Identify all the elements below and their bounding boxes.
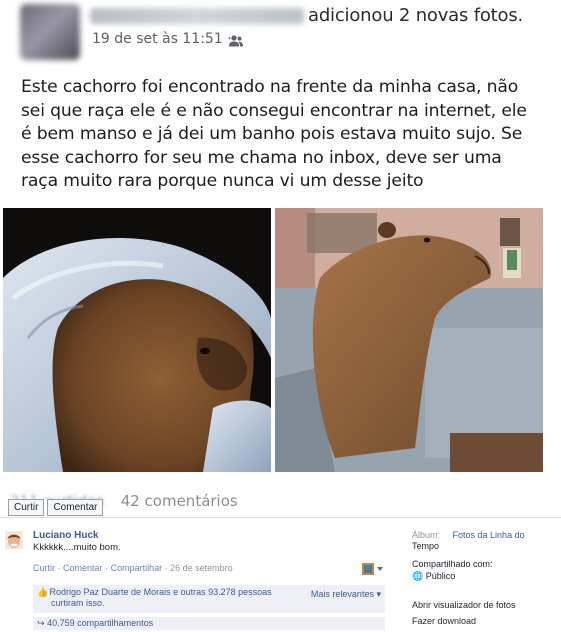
album-link[interactable]: Fotos da Linha do <box>453 530 525 540</box>
comment-dot-3: · <box>164 563 168 573</box>
shared-with-value: 🌐 Público <box>412 571 455 582</box>
comment-actions: Curtir · Comentar · Compartilhar · 26 de… <box>33 563 233 573</box>
poster-name-redacted[interactable] <box>90 8 304 24</box>
post-action-text: adicionou 2 novas fotos. <box>308 5 524 26</box>
shared-with-label: Compartilhado com: <box>412 559 493 569</box>
comment-reply-link[interactable]: Comentar <box>63 563 103 573</box>
comment-dot-1: · <box>57 563 61 573</box>
likes-text-1: Rodrigo Paz Duarte de Morais e outras 93… <box>49 587 272 597</box>
poster-avatar[interactable] <box>20 4 80 60</box>
post-text: Este cachorro foi encontrado na frente d… <box>21 77 527 192</box>
post-timestamp[interactable]: 19 de set às 11:51 · <box>92 31 232 47</box>
likes-summary: 👍 Rodrigo Paz Duarte de Morais e outras … <box>33 585 385 613</box>
sort-dropdown[interactable]: Mais relevantes ▾ <box>311 589 381 600</box>
sort-label: Mais relevantes <box>310 589 374 599</box>
globe-icon: 🌐 <box>412 571 424 581</box>
thumbs-up-icon: 👍 <box>37 587 49 597</box>
shares-text: 40.759 compartilhamentos <box>47 618 154 628</box>
open-viewer-link[interactable]: Abrir visualizador de fotos <box>412 600 516 610</box>
album-label: Álbum: <box>412 530 441 540</box>
reply-as-icon[interactable] <box>362 563 384 575</box>
comment-author[interactable]: Luciano Huck <box>33 530 99 541</box>
comment-like-link[interactable]: Curtir <box>33 563 55 573</box>
shares-summary[interactable]: ↪ 40.759 compartilhamentos <box>33 616 385 630</box>
comment-button[interactable]: Comentar <box>47 499 104 516</box>
comment-share-link[interactable]: Compartilhar <box>111 563 163 573</box>
capybara-sofa-illustration <box>275 208 543 472</box>
commenter-avatar[interactable] <box>5 531 23 549</box>
album-link-cont[interactable]: Tempo <box>412 541 439 551</box>
comment-date[interactable]: 26 de setembro <box>170 563 233 573</box>
friends-icon[interactable] <box>228 35 244 47</box>
comment-text: Kkkkkk....muito bom. <box>33 542 121 553</box>
download-link[interactable]: Fazer download <box>412 616 476 626</box>
comment-dot-2: · <box>105 563 109 573</box>
share-arrow-icon: ↪ <box>37 618 45 628</box>
shared-with-text: Público <box>425 571 456 581</box>
photo-capybara-sofa[interactable] <box>275 208 543 472</box>
capybara-blanket-illustration <box>3 208 271 472</box>
timestamp-text: 19 de set às 11:51 <box>92 31 223 47</box>
photo-capybara-blanket[interactable] <box>3 208 271 472</box>
album-info: Álbum: Fotos da Linha do <box>412 530 525 540</box>
comments-count[interactable]: 42 comentários <box>121 492 238 510</box>
like-button[interactable]: Curtir <box>8 499 45 516</box>
chevron-down-icon: ▾ <box>376 589 381 599</box>
section-divider <box>0 517 561 518</box>
action-buttons: Curtir Comentar <box>8 499 104 516</box>
